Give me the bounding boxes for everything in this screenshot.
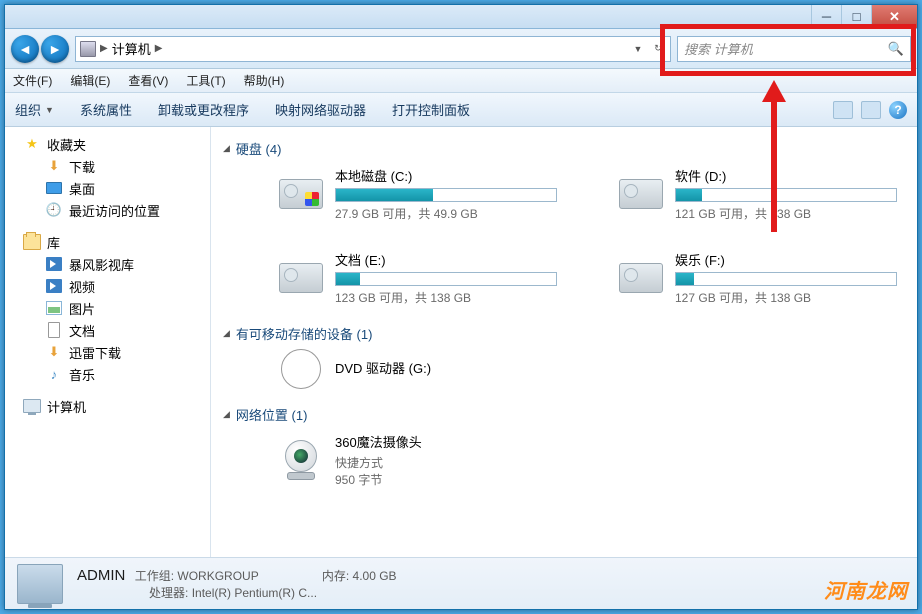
dvd-icon xyxy=(281,349,321,389)
view-options-icon[interactable] xyxy=(833,101,853,119)
star-icon: ★ xyxy=(23,136,41,152)
sidebar-item-baofeng[interactable]: 暴风影视库 xyxy=(5,253,210,275)
capacity-bar xyxy=(675,188,897,202)
sidebar-item-recent[interactable]: 🕘最近访问的位置 xyxy=(5,199,210,221)
sidebar-item-video[interactable]: 视频 xyxy=(5,275,210,297)
drive-d[interactable]: 软件 (D:) 121 GB 可用，共 138 GB xyxy=(617,166,897,222)
titlebar: ─ □ ✕ xyxy=(5,5,917,29)
section-hdd[interactable]: ◢硬盘 (4) xyxy=(223,133,905,162)
menu-help[interactable]: 帮助(H) xyxy=(244,72,285,89)
menu-view[interactable]: 查看(V) xyxy=(128,72,168,89)
video-icon xyxy=(45,256,63,272)
content-pane: ◢硬盘 (4) 本地磁盘 (C:) 27.9 GB 可用，共 49.9 GB 软… xyxy=(211,127,917,557)
capacity-bar xyxy=(675,272,897,286)
refresh-icon[interactable]: ↻ xyxy=(650,43,666,54)
close-button[interactable]: ✕ xyxy=(871,5,917,28)
watermark: 河南龙网 xyxy=(824,575,908,604)
hdd-icon xyxy=(619,179,663,209)
hdd-icon xyxy=(619,263,663,293)
tb-system-properties[interactable]: 系统属性 xyxy=(80,100,132,119)
drive-list: 本地磁盘 (C:) 27.9 GB 可用，共 49.9 GB 软件 (D:) 1… xyxy=(223,162,905,318)
computer-icon xyxy=(23,398,41,414)
sidebar-item-downloads[interactable]: ⬇下载 xyxy=(5,155,210,177)
forward-button[interactable]: ► xyxy=(41,35,69,63)
music-icon: ♪ xyxy=(45,366,63,382)
minimize-button[interactable]: ─ xyxy=(811,5,841,28)
help-icon[interactable]: ? xyxy=(889,101,907,119)
tb-control-panel[interactable]: 打开控制面板 xyxy=(392,100,470,119)
desktop-icon xyxy=(45,180,63,196)
statusbar: ADMIN 工作组: WORKGROUP 内存: 4.00 GB 处理器: In… xyxy=(5,557,917,609)
sidebar-item-docs[interactable]: 文档 xyxy=(5,319,210,341)
hdd-icon xyxy=(279,179,323,209)
search-icon[interactable]: 🔍 xyxy=(888,41,904,57)
search-input[interactable]: 搜索 计算机 🔍 xyxy=(677,36,911,62)
capacity-bar xyxy=(335,188,557,202)
breadcrumb-location[interactable]: 计算机 xyxy=(112,39,151,58)
download-icon: ⬇ xyxy=(45,158,63,174)
collapse-icon: ◢ xyxy=(223,328,230,339)
annotation-arrow-icon xyxy=(762,80,786,232)
drive-c[interactable]: 本地磁盘 (C:) 27.9 GB 可用，共 49.9 GB xyxy=(277,166,557,222)
menu-tools[interactable]: 工具(T) xyxy=(186,72,225,89)
search-placeholder: 搜索 计算机 xyxy=(684,39,753,58)
drive-e[interactable]: 文档 (E:) 123 GB 可用，共 138 GB xyxy=(277,250,557,306)
sidebar-item-music[interactable]: ♪音乐 xyxy=(5,363,210,385)
capacity-bar xyxy=(335,272,557,286)
nav-buttons: ◄ ► xyxy=(11,35,69,63)
sidebar-item-xunlei[interactable]: ⬇迅雷下载 xyxy=(5,341,210,363)
maximize-button[interactable]: □ xyxy=(841,5,871,28)
organize-button[interactable]: 组织 ▼ xyxy=(15,100,54,119)
address-bar[interactable]: ▶ 计算机 ▶ ▼ ↻ xyxy=(75,36,671,62)
video-icon xyxy=(45,278,63,294)
recent-icon: 🕘 xyxy=(45,202,63,218)
webcam-icon xyxy=(281,440,321,480)
sidebar-libraries[interactable]: 库 xyxy=(5,231,210,253)
image-icon xyxy=(45,300,63,316)
tb-map-drive[interactable]: 映射网络驱动器 xyxy=(275,100,366,119)
navbar: ◄ ► ▶ 计算机 ▶ ▼ ↻ 搜索 计算机 🔍 xyxy=(5,29,917,69)
doc-icon xyxy=(45,322,63,338)
collapse-icon: ◢ xyxy=(223,409,230,420)
status-name: ADMIN xyxy=(77,567,125,584)
download-icon: ⬇ xyxy=(45,344,63,360)
sidebar-item-desktop[interactable]: 桌面 xyxy=(5,177,210,199)
computer-icon xyxy=(80,41,96,57)
drive-dvd[interactable]: DVD 驱动器 (G:) xyxy=(277,351,557,387)
address-dropdown-icon[interactable]: ▼ xyxy=(630,44,646,54)
network-camera[interactable]: 360魔法摄像头 快捷方式 950 字节 xyxy=(277,432,557,488)
menu-edit[interactable]: 编辑(E) xyxy=(70,72,110,89)
sidebar-computer[interactable]: 计算机 xyxy=(5,395,210,417)
sidebar-item-images[interactable]: 图片 xyxy=(5,297,210,319)
drive-f[interactable]: 娱乐 (F:) 127 GB 可用，共 138 GB xyxy=(617,250,897,306)
section-removable[interactable]: ◢有可移动存储的设备 (1) xyxy=(223,318,905,347)
preview-pane-icon[interactable] xyxy=(861,101,881,119)
breadcrumb-sep-icon: ▶ xyxy=(100,43,108,54)
collapse-icon: ◢ xyxy=(223,143,230,154)
section-network[interactable]: ◢网络位置 (1) xyxy=(223,399,905,428)
sidebar-favorites[interactable]: ★收藏夹 xyxy=(5,133,210,155)
back-button[interactable]: ◄ xyxy=(11,35,39,63)
menu-file[interactable]: 文件(F) xyxy=(13,72,52,89)
computer-icon xyxy=(17,564,63,604)
tb-uninstall[interactable]: 卸载或更改程序 xyxy=(158,100,249,119)
sidebar: ★收藏夹 ⬇下载 桌面 🕘最近访问的位置 库 暴风影视库 视频 图片 文档 ⬇迅… xyxy=(5,127,211,557)
hdd-icon xyxy=(279,263,323,293)
library-icon xyxy=(23,234,41,250)
breadcrumb-sep-icon: ▶ xyxy=(155,43,163,54)
